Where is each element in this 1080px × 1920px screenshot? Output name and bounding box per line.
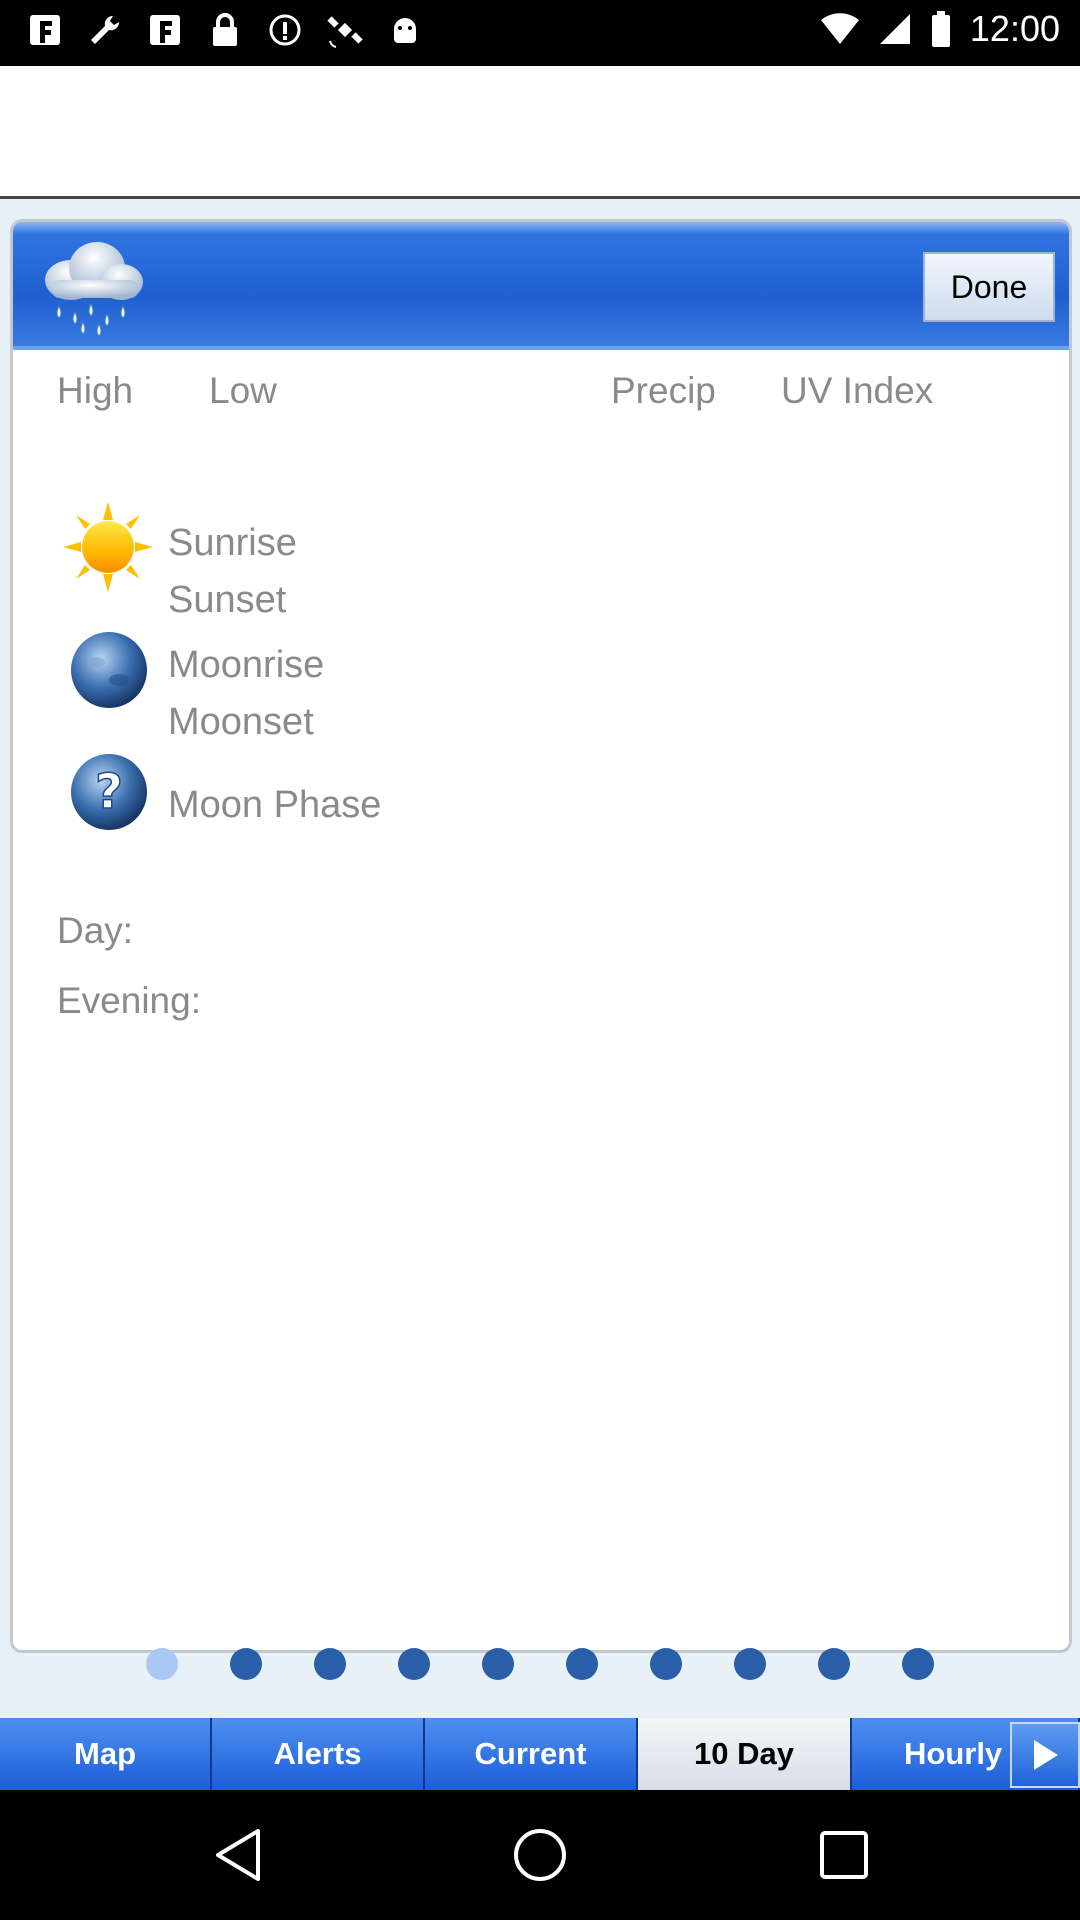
tab-map[interactable]: Map bbox=[0, 1718, 212, 1790]
precip-label: Precip bbox=[611, 370, 716, 411]
info-circle-icon bbox=[266, 10, 304, 50]
page-dot[interactable] bbox=[398, 1648, 430, 1680]
tab-bar: Map Alerts Current 10 Day Hourly bbox=[0, 1718, 1080, 1790]
panel-header: Done bbox=[13, 222, 1069, 350]
sun-icon bbox=[63, 502, 153, 592]
svg-text:?: ? bbox=[95, 764, 123, 820]
day-detail-panel: Done High Low Precip UV Index Sunrise Su… bbox=[10, 219, 1072, 1653]
done-button[interactable]: Done bbox=[923, 252, 1055, 322]
tab-alerts[interactable]: Alerts bbox=[212, 1718, 425, 1790]
rain-cloud-icon bbox=[45, 242, 143, 337]
clock: 12:00 bbox=[969, 8, 1060, 49]
page-dot[interactable] bbox=[566, 1648, 598, 1680]
page-dot[interactable] bbox=[650, 1648, 682, 1680]
satellite-icon bbox=[326, 10, 364, 50]
day-forecast-label: Day: bbox=[57, 910, 134, 951]
notification-f-icon bbox=[146, 10, 184, 50]
page-dot[interactable] bbox=[230, 1648, 262, 1680]
tab-current[interactable]: Current bbox=[425, 1718, 638, 1790]
moon-phase-label: Moon Phase bbox=[168, 784, 382, 826]
navigation-bar bbox=[0, 1790, 1080, 1920]
back-icon[interactable] bbox=[210, 1825, 270, 1885]
tab-scroll-right-button[interactable] bbox=[1010, 1722, 1080, 1788]
tab-10-day[interactable]: 10 Day bbox=[638, 1718, 852, 1790]
lock-icon bbox=[206, 10, 244, 50]
high-label: High bbox=[57, 370, 134, 411]
page-dot[interactable] bbox=[146, 1648, 178, 1680]
moonrise-label: Moonrise bbox=[168, 644, 325, 686]
page-dot[interactable] bbox=[482, 1648, 514, 1680]
evening-forecast-label: Evening: bbox=[57, 980, 201, 1021]
wrench-icon bbox=[86, 10, 124, 50]
home-icon[interactable] bbox=[510, 1825, 570, 1885]
sunset-label: Sunset bbox=[168, 579, 287, 621]
top-blank-area bbox=[0, 66, 1080, 199]
battery-icon bbox=[931, 11, 950, 47]
status-right: 12:00 bbox=[820, 8, 1060, 50]
signal-icon bbox=[879, 14, 910, 44]
notification-f-icon bbox=[26, 10, 64, 50]
page-dot[interactable] bbox=[734, 1648, 766, 1680]
moon-phase-unknown-icon: ? bbox=[71, 754, 147, 830]
status-bar: 12:00 bbox=[0, 0, 1080, 66]
moon-icon bbox=[71, 632, 147, 708]
page-dot[interactable] bbox=[314, 1648, 346, 1680]
page-dot[interactable] bbox=[902, 1648, 934, 1680]
uv-index-label: UV Index bbox=[781, 370, 934, 411]
content-area: Done High Low Precip UV Index Sunrise Su… bbox=[0, 199, 1080, 1719]
sunrise-label: Sunrise bbox=[168, 522, 297, 564]
recent-apps-icon[interactable] bbox=[814, 1825, 874, 1885]
wifi-icon bbox=[820, 13, 859, 45]
android-icon bbox=[386, 10, 424, 50]
notification-icons bbox=[26, 10, 424, 50]
moonset-label: Moonset bbox=[168, 701, 314, 743]
low-label: Low bbox=[209, 370, 277, 411]
play-arrow-icon bbox=[1034, 1740, 1058, 1770]
page-dot[interactable] bbox=[818, 1648, 850, 1680]
page-indicator bbox=[0, 1648, 1080, 1698]
